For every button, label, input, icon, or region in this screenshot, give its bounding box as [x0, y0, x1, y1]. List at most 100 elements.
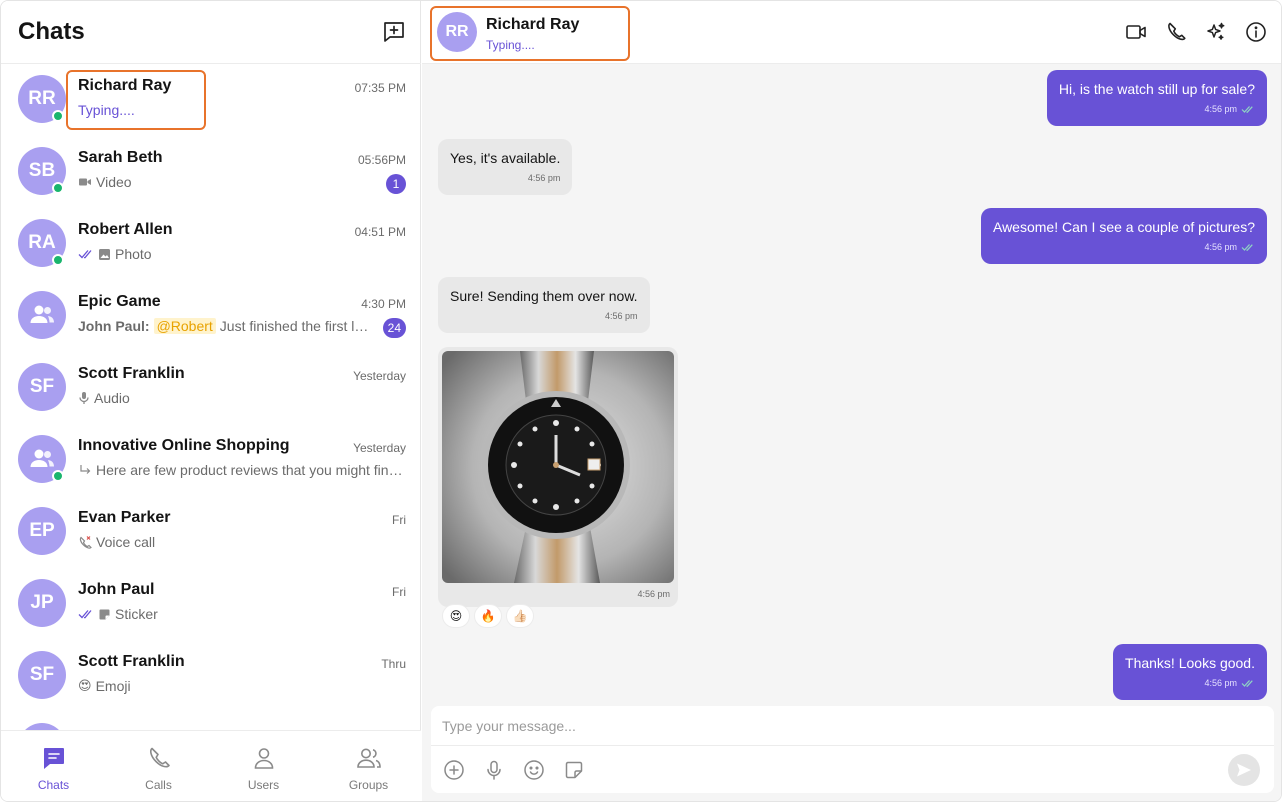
chat-time: 4:30 PM — [361, 297, 406, 311]
nav-chats[interactable]: Chats — [1, 731, 106, 801]
online-indicator — [52, 110, 64, 122]
chat-item-partial[interactable] — [1, 712, 421, 730]
sidebar-title: Chats — [18, 18, 85, 45]
nav-calls[interactable]: Calls — [106, 731, 211, 801]
bottom-nav: Chats Calls Users Groups — [1, 730, 421, 801]
add-attachment-icon[interactable] — [443, 759, 465, 781]
typing-status: Typing.... — [78, 102, 135, 118]
chat-item-robert-allen[interactable]: RA Robert Allen 04:51 PM Photo — [1, 208, 421, 280]
mention-tag: @Robert — [153, 318, 216, 334]
message-time: 4:56 pm — [605, 311, 638, 321]
preview-text: Video — [96, 174, 132, 190]
chat-preview: Audio — [78, 390, 404, 406]
chat-name: John Paul — [78, 581, 155, 598]
chat-panel: RR Richard Ray Typing.... Hi, is the wat… — [422, 1, 1281, 801]
chat-preview: Sticker — [78, 606, 404, 622]
header-actions — [1125, 21, 1267, 43]
message-incoming[interactable]: Yes, it's available. 4:56 pm — [438, 139, 573, 195]
nav-users[interactable]: Users — [211, 731, 316, 801]
video-call-icon[interactable] — [1125, 21, 1147, 43]
online-indicator — [52, 254, 64, 266]
header-status: Typing.... — [486, 38, 535, 52]
voice-call-icon[interactable] — [1165, 21, 1187, 43]
message-incoming[interactable]: Sure! Sending them over now. 4:56 pm — [438, 277, 650, 333]
message-meta: 4:56 pm — [450, 169, 561, 187]
chat-item-richard-ray[interactable]: RR Richard Ray 07:35 PM Typing.... — [1, 64, 421, 136]
chat-header: RR Richard Ray Typing.... — [422, 1, 1281, 64]
chat-preview: Photo — [78, 246, 404, 262]
message-text: Thanks! Looks good. — [1125, 655, 1255, 671]
unread-badge: 24 — [382, 318, 406, 338]
message-input[interactable] — [431, 706, 1274, 746]
image-message[interactable]: 4:56 pm — [438, 347, 678, 607]
send-button[interactable] — [1228, 754, 1260, 786]
chat-name: Robert Allen — [78, 221, 173, 238]
message-time: 4:56 pm — [637, 589, 670, 599]
header-avatar[interactable]: RR — [437, 12, 477, 52]
nav-label: Calls — [145, 778, 172, 792]
chat-preview: John Paul: @Robert Just finished the fir… — [78, 318, 376, 334]
avatar: SF — [18, 651, 66, 699]
message-outgoing[interactable]: Hi, is the watch still up for sale? 4:56… — [1046, 70, 1267, 126]
chat-name: Innovative Online Shopping — [78, 437, 290, 454]
user-icon — [254, 748, 273, 769]
chat-item-epic-game[interactable]: Epic Game 4:30 PM John Paul: @Robert Jus… — [1, 280, 421, 352]
send-icon — [1237, 763, 1251, 777]
chat-name: Evan Parker — [78, 509, 171, 526]
avatar — [18, 723, 66, 730]
preview-text: Here are few product reviews that you mi… — [96, 462, 404, 478]
message-outgoing[interactable]: Thanks! Looks good. 4:56 pm — [1113, 644, 1267, 700]
composer-tools — [443, 759, 585, 781]
group-icon — [30, 305, 54, 323]
reaction-thumbs-up[interactable]: 👍🏻 — [506, 604, 534, 628]
group-icon — [356, 748, 381, 768]
microphone-icon[interactable] — [483, 759, 505, 781]
watch-photo[interactable] — [442, 351, 674, 583]
double-check-icon — [78, 250, 92, 259]
emoji-icon[interactable] — [523, 759, 545, 781]
nav-groups[interactable]: Groups — [316, 731, 421, 801]
chat-bubble-icon — [43, 748, 64, 769]
phone-icon — [149, 747, 170, 768]
preview-text: Emoji — [95, 678, 131, 694]
message-time: 4:56 pm — [1204, 104, 1237, 114]
message-text: Hi, is the watch still up for sale? — [1058, 81, 1255, 97]
nav-label: Groups — [348, 778, 389, 792]
chat-item-sarah-beth[interactable]: SB Sarah Beth 05:56PM Video 1 — [1, 136, 421, 208]
photo-icon — [99, 248, 110, 260]
ai-sparkle-icon[interactable] — [1205, 21, 1227, 43]
microphone-icon — [79, 392, 89, 404]
avatar: JP — [18, 579, 66, 627]
read-receipt-icon — [1241, 105, 1253, 113]
chat-preview: Video — [78, 174, 404, 190]
chat-item-scott-franklin-2[interactable]: SF Scott Franklin Thru 😍 Emoji — [1, 640, 421, 712]
chat-name: Sarah Beth — [78, 149, 163, 166]
chat-item-innovative-online-shopping[interactable]: Innovative Online Shopping Yesterday Her… — [1, 424, 421, 496]
app-window: Chats RR Richard Ray 07:35 PM Typing....… — [0, 0, 1282, 802]
group-icon — [30, 449, 54, 467]
chat-name: Scott Franklin — [78, 653, 185, 670]
message-text: Awesome! Can I see a couple of pictures? — [992, 219, 1255, 235]
video-icon — [79, 178, 91, 186]
reaction-heart-eyes[interactable]: 😍 — [442, 604, 470, 628]
info-icon[interactable] — [1245, 21, 1267, 43]
chat-item-evan-parker[interactable]: EP Evan Parker Fri Voice call — [1, 496, 421, 568]
reaction-bar: 😍 🔥 👍🏻 — [442, 604, 534, 628]
header-name[interactable]: Richard Ray — [486, 16, 579, 34]
preview-text: Voice call — [96, 534, 156, 550]
sticker-icon — [99, 609, 110, 619]
chat-item-scott-franklin[interactable]: SF Scott Franklin Yesterday Audio — [1, 352, 421, 424]
read-receipt-icon — [1241, 243, 1253, 251]
chat-item-john-paul[interactable]: JP John Paul Fri Sticker — [1, 568, 421, 640]
reaction-fire[interactable]: 🔥 — [474, 604, 502, 628]
message-meta: 4:56 pm — [993, 238, 1255, 256]
preview-text: Photo — [115, 246, 152, 262]
preview-text: Just finished the first level of the gam… — [219, 318, 376, 334]
new-chat-icon[interactable] — [381, 19, 407, 45]
sticker-icon[interactable] — [563, 759, 585, 781]
chat-preview: 😍 Emoji — [78, 678, 404, 694]
chat-time: Thru — [381, 657, 406, 671]
message-outgoing[interactable]: Awesome! Can I see a couple of pictures?… — [980, 208, 1267, 264]
chat-time: Yesterday — [353, 441, 406, 455]
message-meta: 4:56 pm — [1125, 674, 1255, 692]
